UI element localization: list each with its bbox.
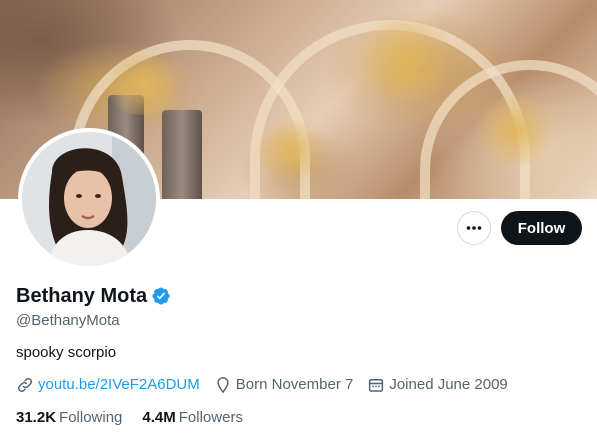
- follow-button[interactable]: Follow: [501, 211, 582, 245]
- profile-handle: @BethanyMota: [16, 312, 120, 329]
- following-count: 31.2K: [16, 409, 57, 426]
- profile-name: Bethany Mota: [16, 285, 148, 307]
- verified-badge-icon[interactable]: [151, 286, 171, 306]
- profile-link-item[interactable]: youtu.be/2IVeF2A6DUM: [16, 375, 200, 395]
- more-options-button[interactable]: [457, 211, 491, 245]
- profile-bio: spooky scorpio: [16, 344, 117, 361]
- avatar[interactable]: [18, 128, 160, 270]
- location-pin-icon: [217, 377, 229, 394]
- calendar-icon: [369, 379, 384, 392]
- followers-count: 4.4M: [142, 409, 176, 426]
- profile-meta: youtu.be/2IVeF2A6DUM Born November 7 Joi…: [16, 375, 522, 395]
- following-label: Following: [59, 409, 123, 426]
- follow-stats: 31.2K Following 4.4M Followers: [16, 408, 263, 428]
- birthday-item: Born November 7: [214, 375, 354, 395]
- followers-link[interactable]: 4.4M Followers: [142, 408, 243, 428]
- profile-link[interactable]: youtu.be/2IVeF2A6DUM: [38, 375, 200, 395]
- link-icon: [17, 377, 33, 393]
- followers-label: Followers: [178, 409, 243, 426]
- joined-text: Joined June 2009: [389, 376, 508, 393]
- following-link[interactable]: 31.2K Following: [16, 408, 122, 428]
- more-icon: [466, 226, 482, 230]
- joined-item: Joined June 2009: [367, 375, 508, 395]
- profile-name-row: Bethany Mota: [16, 284, 171, 308]
- birthday-text: Born November 7: [235, 376, 354, 393]
